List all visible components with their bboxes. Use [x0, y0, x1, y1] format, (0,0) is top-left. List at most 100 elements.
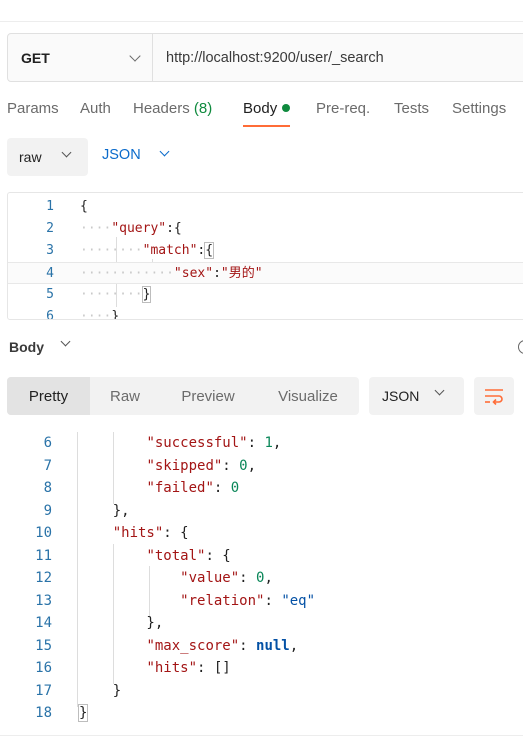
- response-line: 14 },: [0, 612, 523, 635]
- chevron-down-icon: [129, 49, 141, 62]
- tab-visualize[interactable]: Visualize: [262, 377, 354, 415]
- request-url-bar: GET: [7, 33, 523, 82]
- tab-headers[interactable]: Headers (8): [133, 100, 212, 117]
- code-text: "value": 0,: [180, 570, 273, 586]
- line-number: 7: [43, 457, 52, 474]
- code-text: {: [80, 199, 88, 214]
- code-text: "relation": "eq": [180, 592, 316, 609]
- tab-pre-request-label: Pre-req.: [316, 100, 371, 117]
- tab-settings[interactable]: Settings: [452, 100, 506, 117]
- code-text: },: [79, 615, 164, 631]
- line-number: 6: [43, 435, 52, 451]
- response-line: 17 }: [0, 680, 523, 703]
- response-line: 8 "failed": 0: [0, 477, 523, 500]
- response-line: 9 },: [0, 500, 523, 523]
- code-text: }: [79, 682, 122, 699]
- headers-count: (8): [193, 100, 213, 117]
- line-number: 9: [43, 502, 52, 519]
- tab-pretty[interactable]: Pretty: [7, 377, 90, 415]
- bottom-divider: [0, 735, 523, 736]
- response-body[interactable]: 6 "successful": 1, 7 "skipped": 0, 8 "fa…: [0, 432, 523, 732]
- line-number: 13: [35, 592, 52, 609]
- code-text: },: [79, 502, 130, 519]
- response-view-tabs: Pretty Raw Preview Visualize: [7, 377, 359, 415]
- line-number: 3: [46, 243, 54, 258]
- chevron-down-icon[interactable]: [60, 336, 71, 347]
- chevron-down-icon: [61, 147, 72, 158]
- tab-headers-label: Headers: [133, 100, 194, 117]
- code-text: ········}: [80, 286, 152, 303]
- response-line: 12 "value": 0,: [0, 567, 523, 590]
- line-number: 8: [43, 480, 52, 496]
- top-divider: [0, 21, 523, 22]
- code-text: "max_score": null,: [146, 637, 299, 654]
- chevron-down-icon: [159, 146, 170, 157]
- code-text: "total": {: [146, 547, 231, 564]
- request-tabs: Params Auth Headers (8) Body Pre-req. Te…: [0, 100, 523, 130]
- line-number: 14: [35, 615, 52, 631]
- code-text: "hits": []: [146, 660, 231, 676]
- chevron-down-icon: [434, 385, 445, 396]
- response-format-select[interactable]: JSON: [369, 377, 464, 415]
- code-text: "successful": 1,: [146, 435, 282, 451]
- body-mode-label: raw: [19, 149, 42, 165]
- response-line: 11 "total": {: [0, 545, 523, 568]
- tab-tests-label: Tests: [394, 100, 430, 117]
- method-select[interactable]: GET: [8, 34, 153, 81]
- body-language-select[interactable]: JSON: [102, 146, 170, 163]
- line-number: 11: [35, 547, 52, 564]
- code-text: }: [77, 704, 89, 722]
- line-number: 6: [46, 309, 54, 320]
- tab-params[interactable]: Params: [7, 100, 59, 117]
- response-line: 10 "hits": {: [0, 522, 523, 545]
- line-number: 5: [46, 287, 54, 302]
- tab-auth[interactable]: Auth: [80, 100, 111, 117]
- response-title[interactable]: Body: [9, 339, 44, 355]
- line-number: 15: [35, 637, 52, 654]
- line-number: 4: [46, 266, 54, 281]
- url-input[interactable]: [153, 34, 523, 81]
- body-language-label: JSON: [102, 147, 141, 163]
- tab-auth-label: Auth: [80, 100, 111, 117]
- clock-icon[interactable]: [518, 340, 523, 354]
- tab-tests[interactable]: Tests: [394, 100, 429, 117]
- code-text: ········"match":{: [80, 242, 215, 259]
- editor-line: 6 ····}: [8, 306, 523, 320]
- code-text: "hits": {: [112, 525, 189, 541]
- code-text: ····"query":{: [80, 221, 182, 236]
- body-mode-select[interactable]: raw: [7, 138, 88, 176]
- method-label: GET: [21, 49, 50, 66]
- line-number: 16: [35, 660, 52, 676]
- editor-line: 3 ········"match":{: [8, 240, 523, 262]
- tab-settings-label: Settings: [452, 100, 507, 117]
- response-line: 18 }: [0, 702, 523, 725]
- sex-value: "男的": [220, 266, 263, 281]
- tab-body[interactable]: Body: [243, 100, 291, 127]
- tab-params-label: Params: [7, 100, 59, 117]
- response-line: 13 "relation": "eq": [0, 590, 523, 613]
- line-number: 2: [46, 221, 54, 236]
- line-number: 1: [46, 199, 54, 214]
- query-key: "query": [111, 221, 167, 236]
- request-body-editor[interactable]: 1 { 2 ····"query":{ 3 ········"match":{ …: [7, 192, 523, 320]
- tab-preview[interactable]: Preview: [164, 377, 252, 415]
- dot-icon: [282, 104, 291, 112]
- line-number: 17: [35, 682, 52, 699]
- line-number: 18: [35, 705, 52, 721]
- code-text: ············"sex":"男的": [80, 266, 263, 281]
- tab-raw[interactable]: Raw: [90, 377, 160, 415]
- tab-body-label: Body: [243, 100, 278, 117]
- editor-line: 2 ····"query":{: [8, 218, 523, 240]
- editor-line: 1 {: [8, 196, 523, 218]
- match-key: "match": [142, 243, 198, 258]
- code-text: "skipped": 0,: [146, 457, 257, 474]
- response-line: 7 "skipped": 0,: [0, 455, 523, 478]
- wrap-lines-button[interactable]: [474, 377, 514, 415]
- sex-key: "sex": [173, 266, 214, 281]
- response-line: 15 "max_score": null,: [0, 635, 523, 658]
- line-number: 12: [35, 570, 52, 586]
- editor-line-current: 4 ············"sex":"男的": [8, 262, 523, 284]
- tab-pre-request[interactable]: Pre-req.: [316, 100, 370, 117]
- editor-line: 5 ········}: [8, 284, 523, 306]
- response-line: 16 "hits": []: [0, 657, 523, 680]
